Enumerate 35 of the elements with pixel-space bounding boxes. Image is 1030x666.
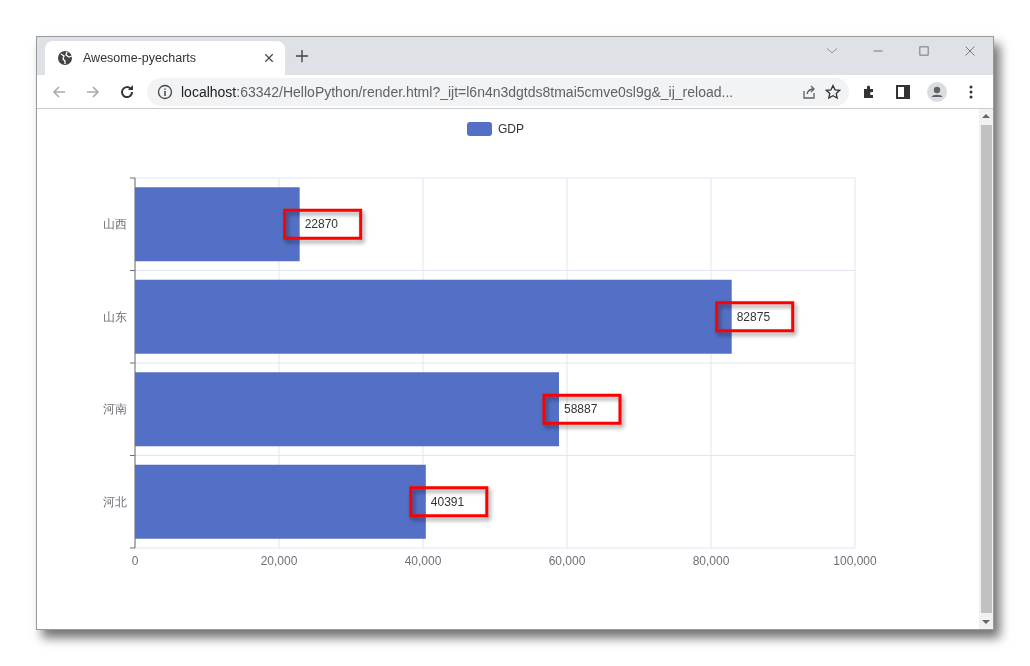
x-tick-label: 60,000 bbox=[548, 554, 586, 568]
forward-arrow-icon bbox=[85, 83, 101, 100]
url-text: localhost:63342/HelloPython/render.html?_ijt=l6n4n3dgtds8tmai5cmve0sl9g&_ij_reload... bbox=[181, 83, 735, 100]
category-label: 河北 bbox=[103, 494, 127, 509]
browser-tab[interactable]: Awesome-pyecharts bbox=[45, 41, 285, 76]
address-bar[interactable]: localhost:63342/HelloPython/render.html?_ijt=l6n4n3dgtds8tmai5cmve0sl9g&_ij_reload... bbox=[147, 77, 849, 106]
legend-label: GDP bbox=[498, 122, 525, 136]
category-label: 山东 bbox=[103, 309, 127, 324]
category-label: 山西 bbox=[103, 217, 127, 232]
back-arrow-icon bbox=[51, 83, 67, 100]
side-panel-icon bbox=[895, 83, 911, 100]
x-tick-label: 0 bbox=[131, 554, 139, 568]
share-icon bbox=[801, 83, 817, 100]
up-arrow-icon bbox=[981, 112, 991, 120]
close-icon bbox=[263, 52, 275, 65]
category-label: 河南 bbox=[103, 402, 127, 417]
avatar-icon bbox=[927, 81, 947, 102]
reload-icon bbox=[119, 83, 135, 100]
maximize-icon bbox=[918, 45, 930, 57]
star-icon bbox=[825, 83, 841, 100]
x-tick-label: 100,000 bbox=[833, 554, 877, 568]
value-label: 82875 bbox=[736, 309, 771, 324]
chart-legend[interactable]: GDP bbox=[467, 122, 524, 136]
info-icon bbox=[157, 83, 173, 100]
down-arrow-icon bbox=[981, 618, 991, 626]
x-tick-label: 40,000 bbox=[404, 554, 442, 568]
value-label: 58887 bbox=[564, 402, 598, 417]
scrollbar[interactable] bbox=[979, 109, 993, 629]
x-tick-label: 20,000 bbox=[260, 554, 298, 568]
value-label: 40391 bbox=[430, 494, 465, 509]
value-label: 22870 bbox=[304, 217, 339, 232]
plus-icon bbox=[295, 49, 309, 64]
globe-icon bbox=[57, 50, 73, 67]
close-icon bbox=[964, 45, 976, 57]
x-tick-label: 80,000 bbox=[692, 554, 730, 568]
